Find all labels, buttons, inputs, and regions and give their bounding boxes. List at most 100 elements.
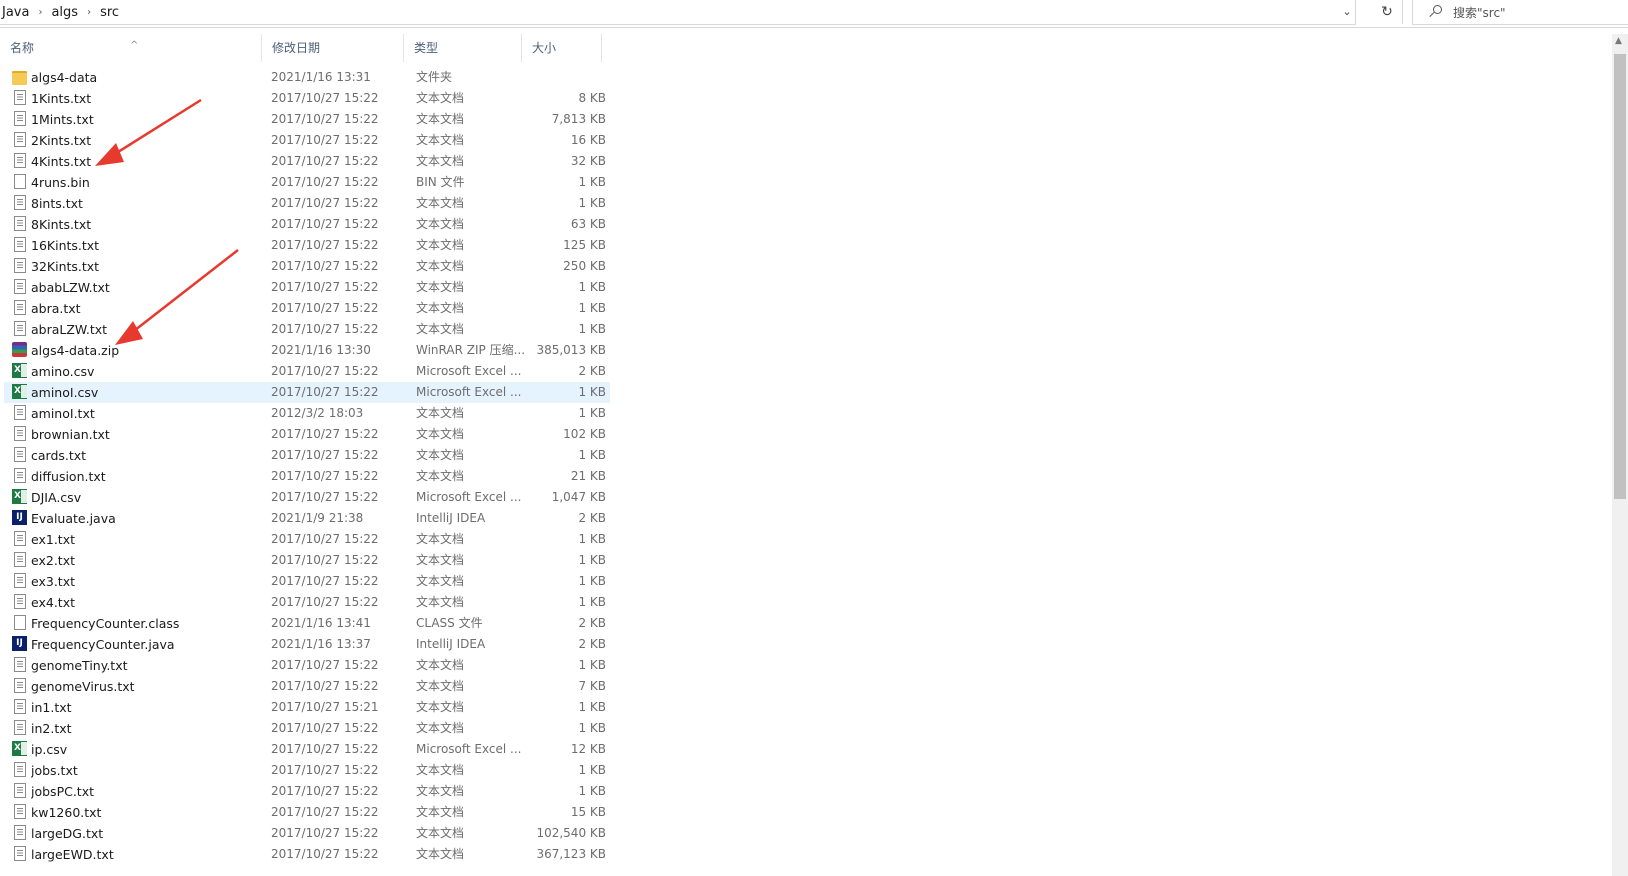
breadcrumb[interactable]: Java › algs › src — [0, 0, 1356, 25]
file-row[interactable]: ex1.txt 2017/10/27 15:22 文本文档 1 KB — [4, 529, 610, 550]
folder-icon — [12, 69, 28, 86]
file-name: 4runs.bin — [31, 175, 90, 190]
file-name: jobs.txt — [31, 763, 78, 778]
breadcrumb-item[interactable]: algs — [49, 5, 80, 20]
file-row[interactable]: 8ints.txt 2017/10/27 15:22 文本文档 1 KB — [4, 193, 610, 214]
file-date: 2017/10/27 15:22 — [271, 427, 379, 441]
file-name: algs4-data.zip — [31, 343, 120, 358]
file-name: diffusion.txt — [31, 469, 106, 484]
file-size: 125 KB — [563, 238, 606, 252]
text-file-icon — [12, 321, 28, 338]
file-row[interactable]: 8Kints.txt 2017/10/27 15:22 文本文档 63 KB — [4, 214, 610, 235]
file-row[interactable]: ex3.txt 2017/10/27 15:22 文本文档 1 KB — [4, 571, 610, 592]
scroll-thumb[interactable] — [1614, 54, 1626, 499]
file-name: FrequencyCounter.java — [31, 637, 175, 652]
file-date: 2017/10/27 15:22 — [271, 196, 379, 210]
chevron-down-icon[interactable]: ⌄ — [1340, 4, 1354, 20]
icon-glyph — [14, 531, 26, 546]
file-row[interactable]: XaminoI.csv 2017/10/27 15:22 Microsoft Exc… — [4, 382, 610, 403]
file-row[interactable]: aminoI.txt 2012/3/2 18:03 文本文档 1 KB — [4, 403, 610, 424]
file-icon — [12, 615, 28, 632]
file-row[interactable]: X DJIA.csv 2017/10/27 15:22 Microsoft Excel… — [4, 487, 610, 508]
file-row[interactable]: jobs.txt 2017/10/27 15:22 文本文档 1 KB — [4, 760, 610, 781]
file-name: jobsPC.txt — [31, 784, 95, 799]
text-file-icon — [12, 762, 28, 779]
file-type: 文本文档 — [416, 532, 465, 546]
search-input[interactable]: 搜索"src" — [1412, 0, 1628, 25]
file-row[interactable]: IJ FrequencyCounter.java 2021/1/16 13:37 In… — [4, 634, 610, 655]
file-row[interactable]: 2Kints.txt 2017/10/27 15:22 文本文档 16 KB — [4, 130, 610, 151]
file-row[interactable]: ex4.txt 2017/10/27 15:22 文本文档 1 KB — [4, 592, 610, 613]
file-size: 1 KB — [578, 721, 606, 735]
vertical-scrollbar[interactable]: ▲ — [1612, 34, 1628, 876]
file-row[interactable]: 32Kints.txt 2017/10/27 15:22 文本文档 250 KB — [4, 256, 610, 277]
file-row[interactable]: 1Kints.txt 2017/10/27 15:22 文本文档 8 KB — [4, 88, 610, 109]
file-size: 15 KB — [570, 805, 606, 819]
file-row[interactable]: 4Kints.txt 2017/10/27 15:22 文本文档 32 KB — [4, 151, 610, 172]
text-file-icon — [12, 657, 28, 674]
file-name: genomeVirus.txt — [31, 679, 135, 694]
breadcrumb-item[interactable]: Java — [0, 5, 31, 20]
file-row[interactable]: kw1260.txt 2017/10/27 15:22 文本文档 15 KB — [4, 802, 610, 823]
intellij-idea-icon: IJ — [12, 636, 28, 653]
excel-icon: X — [12, 363, 28, 380]
file-type: 文本文档 — [416, 406, 465, 420]
file-row[interactable]: largeEWD.txt 2017/10/27 15:22 文本文档 367,123 … — [4, 844, 610, 865]
file-row[interactable]: 4runs.bin 2017/10/27 15:22 BIN 文件 1 KB — [4, 172, 610, 193]
file-name: 8Kints.txt — [31, 217, 92, 232]
column-header-date[interactable]: 修改日期 — [262, 34, 404, 62]
file-size: 2 KB — [578, 364, 606, 378]
text-file-icon — [12, 237, 28, 254]
file-row[interactable]: jobsPC.txt 2017/10/27 15:22 文本文档 1 KB — [4, 781, 610, 802]
file-size: 1 KB — [578, 700, 606, 714]
text-file-icon — [12, 552, 28, 569]
file-row[interactable]: Xamino.csv 2017/10/27 15:22 Microsoft Exce… — [4, 361, 610, 382]
file-size: 1 KB — [578, 175, 606, 189]
file-type: 文本文档 — [416, 469, 465, 483]
file-type: IntelliJ IDEA — [416, 511, 486, 525]
file-row[interactable]: IJ Evaluate.java 2021/1/9 21:38 IntelliJ ID… — [4, 508, 610, 529]
column-header-type-label: 类型 — [414, 41, 439, 55]
search-icon — [1429, 5, 1443, 19]
file-row[interactable]: ababLZW.txt 2017/10/27 15:22 文本文档 1 KB — [4, 277, 610, 298]
icon-glyph — [14, 90, 26, 105]
file-row[interactable]: 16Kints.txt 2017/10/27 15:22 文本文档 125 KB — [4, 235, 610, 256]
breadcrumb-item[interactable]: src — [98, 5, 121, 20]
file-row[interactable]: in2.txt 2017/10/27 15:22 文本文档 1 KB — [4, 718, 610, 739]
file-row[interactable]: diffusion.txt 2017/10/27 15:22 文本文档 21 KB — [4, 466, 610, 487]
file-name: DJIA.csv — [31, 490, 82, 505]
column-header-size[interactable]: 大小 — [522, 34, 602, 62]
file-row[interactable]: Xip.csv 2017/10/27 15:22 Microsoft Excel .… — [4, 739, 610, 760]
file-row[interactable]: genomeTiny.txt 2017/10/27 15:22 文本文档 1 KB — [4, 655, 610, 676]
column-header-name[interactable]: 名称 ^ — [0, 34, 262, 62]
file-name: in1.txt — [31, 700, 72, 715]
icon-glyph — [14, 258, 26, 273]
text-file-icon — [12, 573, 28, 590]
search-placeholder: 搜索"src" — [1453, 5, 1506, 20]
file-row[interactable]: brownian.txt 2017/10/27 15:22 文本文档 102 KB — [4, 424, 610, 445]
file-row[interactable]: abra.txt 2017/10/27 15:22 文本文档 1 KB — [4, 298, 610, 319]
icon-glyph — [14, 132, 26, 147]
file-type: 文本文档 — [416, 805, 465, 819]
file-row[interactable]: algs4-data.zip 2021/1/16 13:30 WinRAR ZIP … — [4, 340, 610, 361]
file-date: 2017/10/27 15:22 — [271, 217, 379, 231]
refresh-icon[interactable]: ↻ — [1372, 0, 1403, 24]
text-file-icon — [12, 111, 28, 128]
file-row[interactable]: abraLZW.txt 2017/10/27 15:22 文本文档 1 KB — [4, 319, 610, 340]
file-row[interactable]: largeDG.txt 2017/10/27 15:22 文本文档 102,540 K… — [4, 823, 610, 844]
icon-glyph — [14, 699, 26, 714]
column-header-type[interactable]: 类型 — [404, 34, 522, 62]
file-row[interactable]: algs4-data 2021/1/16 13:31 文件夹 — [4, 67, 610, 88]
text-file-icon — [12, 279, 28, 296]
file-row[interactable]: genomeVirus.txt 2017/10/27 15:22 文本文档 7 KB — [4, 676, 610, 697]
file-date: 2017/10/27 15:22 — [271, 721, 379, 735]
file-row[interactable]: 1Mints.txt 2017/10/27 15:22 文本文档 7,813 KB — [4, 109, 610, 130]
file-row[interactable]: in1.txt 2017/10/27 15:21 文本文档 1 KB — [4, 697, 610, 718]
file-date: 2017/10/27 15:22 — [271, 112, 379, 126]
file-name: aminoI.csv — [31, 385, 99, 400]
file-row[interactable]: ex2.txt 2017/10/27 15:22 文本文档 1 KB — [4, 550, 610, 571]
file-row[interactable]: cards.txt 2017/10/27 15:22 文本文档 1 KB — [4, 445, 610, 466]
file-size: 8 KB — [578, 91, 606, 105]
scroll-up-icon[interactable]: ▲ — [1615, 36, 1622, 46]
file-row[interactable]: FrequencyCounter.class 2021/1/16 13:41 CLA… — [4, 613, 610, 634]
